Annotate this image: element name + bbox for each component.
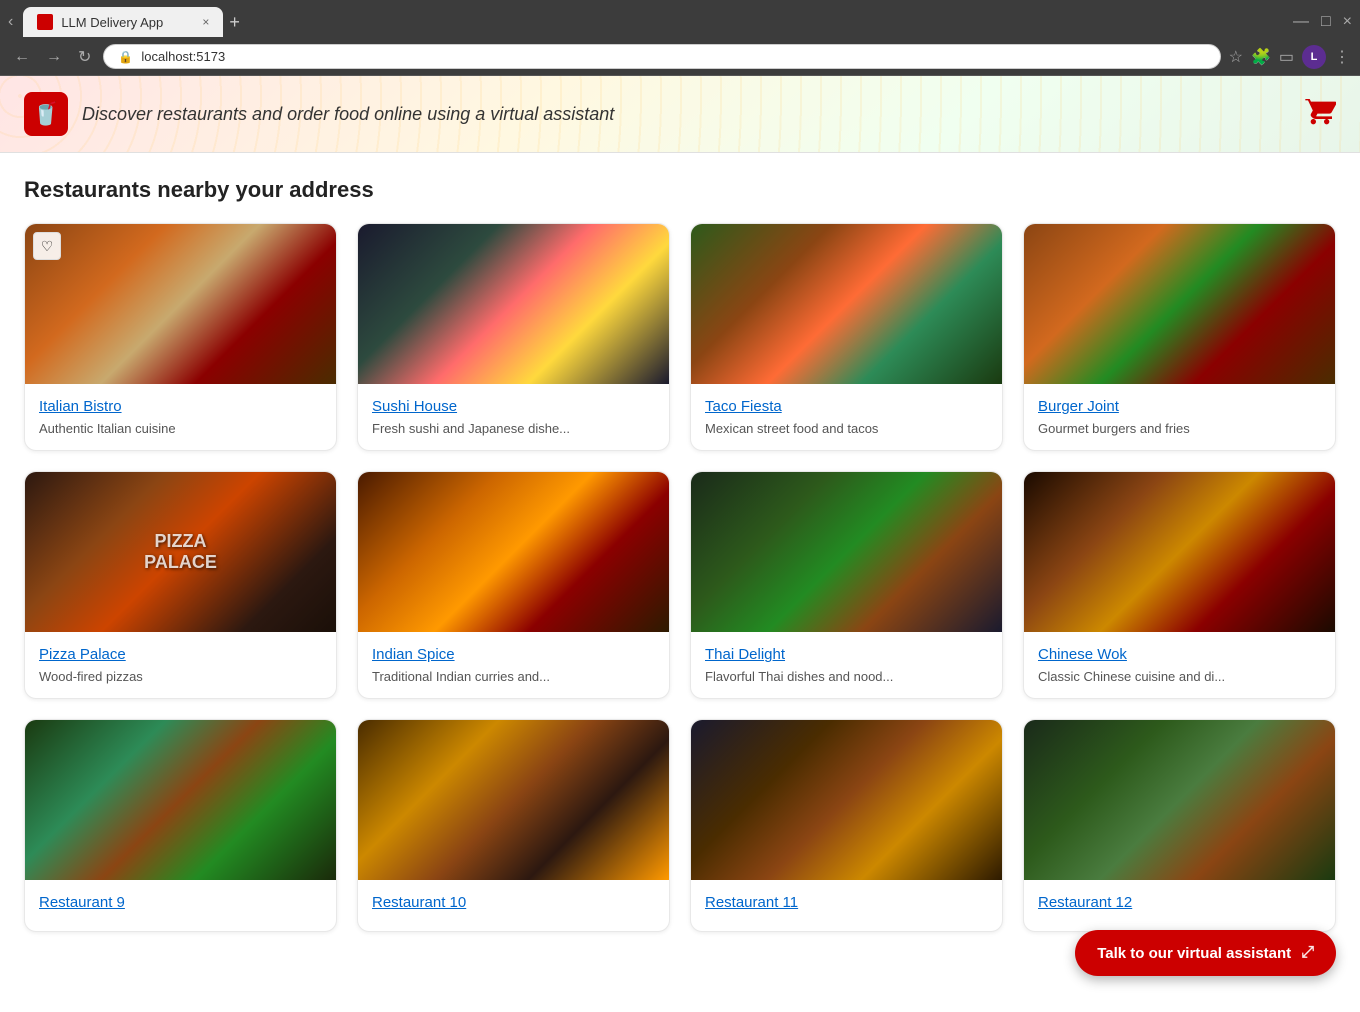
restaurant-name-pizza-palace[interactable]: Pizza Palace (39, 646, 322, 663)
minimize-button[interactable]: — (1293, 13, 1309, 31)
restaurant-name-chinese-wok[interactable]: Chinese Wok (1038, 646, 1321, 663)
favorite-button[interactable]: ♡ (33, 232, 61, 260)
restaurant-desc-italian-bistro: Authentic Italian cuisine (39, 421, 322, 436)
restaurant-desc-pizza-palace: Wood-fired pizzas (39, 669, 322, 684)
restaurant-desc-thai-delight: Flavorful Thai dishes and nood... (705, 669, 988, 684)
header-subtitle: Discover restaurants and order food onli… (82, 104, 614, 125)
restaurant-card-burger-joint[interactable]: Burger Joint Gourmet burgers and fries (1023, 223, 1336, 451)
restaurant-name-row3-3[interactable]: Restaurant 11 (705, 894, 988, 911)
cart-button[interactable] (1304, 95, 1336, 134)
nav-bar: ← → ↻ 🔒 localhost:5173 ☆ 🧩 ▭ L ⋮ (0, 38, 1360, 76)
restaurant-card-chinese-wok[interactable]: Chinese Wok Classic Chinese cuisine and d… (1023, 471, 1336, 699)
expand-icon: ⤢ (1301, 944, 1314, 962)
restaurant-desc-sushi-house: Fresh sushi and Japanese dishe... (372, 421, 655, 436)
restaurant-desc-chinese-wok: Classic Chinese cuisine and di... (1038, 669, 1321, 684)
profile-avatar[interactable]: L (1302, 45, 1326, 69)
restaurant-card-italian-bistro[interactable]: ♡ Italian Bistro Authentic Italian cuisine (24, 223, 337, 451)
chat-button[interactable]: Talk to our virtual assistant ⤢ (1075, 930, 1336, 976)
lock-icon: 🔒 (118, 50, 133, 64)
tab-favicon (37, 14, 53, 30)
header-left: 🥤 Discover restaurants and order food on… (24, 92, 614, 136)
tab-close-button[interactable]: × (202, 15, 209, 29)
restaurant-card-indian-spice[interactable]: Indian Spice Traditional Indian curries a… (357, 471, 670, 699)
main-content: Restaurants nearby your address ♡ Italian… (0, 153, 1360, 1012)
nav-right-controls: ☆ 🧩 ▭ L ⋮ (1229, 45, 1350, 69)
restaurant-name-row3-4[interactable]: Restaurant 12 (1038, 894, 1321, 911)
tab-group: LLM Delivery App × + (23, 7, 1293, 37)
restaurant-desc-burger-joint: Gourmet burgers and fries (1038, 421, 1321, 436)
tab-bar: ‹ LLM Delivery App × + — □ × (0, 0, 1360, 38)
restaurants-grid: ♡ Italian Bistro Authentic Italian cuisine… (24, 223, 1336, 932)
forward-button[interactable]: → (42, 46, 66, 68)
maximize-button[interactable]: □ (1321, 13, 1331, 31)
app-logo: 🥤 (24, 92, 68, 136)
restaurant-card-row3-4[interactable]: Restaurant 12 (1023, 719, 1336, 932)
restaurant-desc-indian-spice: Traditional Indian curries and... (372, 669, 655, 684)
restaurant-card-row3-2[interactable]: Restaurant 10 (357, 719, 670, 932)
cart-icon (1304, 95, 1336, 127)
back-button[interactable]: ← (10, 46, 34, 68)
restaurant-card-row3-3[interactable]: Restaurant 11 (690, 719, 1003, 932)
restaurant-name-thai-delight[interactable]: Thai Delight (705, 646, 988, 663)
restaurant-name-row3-2[interactable]: Restaurant 10 (372, 894, 655, 911)
browser-chrome: ‹ LLM Delivery App × + — □ × ← → ↻ 🔒 loc… (0, 0, 1360, 76)
restaurant-name-indian-spice[interactable]: Indian Spice (372, 646, 655, 663)
logo-icon: 🥤 (32, 101, 59, 127)
menu-icon[interactable]: ⋮ (1334, 47, 1350, 67)
reload-button[interactable]: ↻ (74, 45, 95, 69)
restaurant-name-burger-joint[interactable]: Burger Joint (1038, 398, 1321, 415)
app-header: 🥤 Discover restaurants and order food on… (0, 76, 1360, 153)
restaurant-name-sushi-house[interactable]: Sushi House (372, 398, 655, 415)
restaurant-name-row3-1[interactable]: Restaurant 9 (39, 894, 322, 911)
bookmark-icon[interactable]: ☆ (1229, 47, 1243, 67)
address-bar[interactable]: 🔒 localhost:5173 (103, 44, 1220, 69)
restaurant-card-taco-fiesta[interactable]: Taco Fiesta Mexican street food and tacos (690, 223, 1003, 451)
restaurant-card-pizza-palace[interactable]: PIZZA PALACEPizza PalaceWood-fired pizza… (24, 471, 337, 699)
restaurant-desc-taco-fiesta: Mexican street food and tacos (705, 421, 988, 436)
restaurant-name-taco-fiesta[interactable]: Taco Fiesta (705, 398, 988, 415)
section-title: Restaurants nearby your address (24, 177, 1336, 203)
url-text: localhost:5173 (141, 49, 225, 64)
restaurant-name-italian-bistro[interactable]: Italian Bistro (39, 398, 322, 415)
window-close-button[interactable]: × (1343, 13, 1352, 31)
active-tab[interactable]: LLM Delivery App × (23, 7, 223, 37)
restaurant-card-sushi-house[interactable]: Sushi House Fresh sushi and Japanese dish… (357, 223, 670, 451)
extension-icon[interactable]: 🧩 (1251, 47, 1271, 67)
chat-button-label: Talk to our virtual assistant (1097, 945, 1291, 962)
sidebar-icon[interactable]: ▭ (1279, 47, 1294, 67)
restaurant-card-row3-1[interactable]: Restaurant 9 (24, 719, 337, 932)
new-tab-button[interactable]: + (229, 12, 240, 33)
tab-title: LLM Delivery App (61, 15, 163, 30)
restaurant-card-thai-delight[interactable]: Thai Delight Flavorful Thai dishes and no… (690, 471, 1003, 699)
tab-prev-icon[interactable]: ‹ (8, 13, 13, 31)
